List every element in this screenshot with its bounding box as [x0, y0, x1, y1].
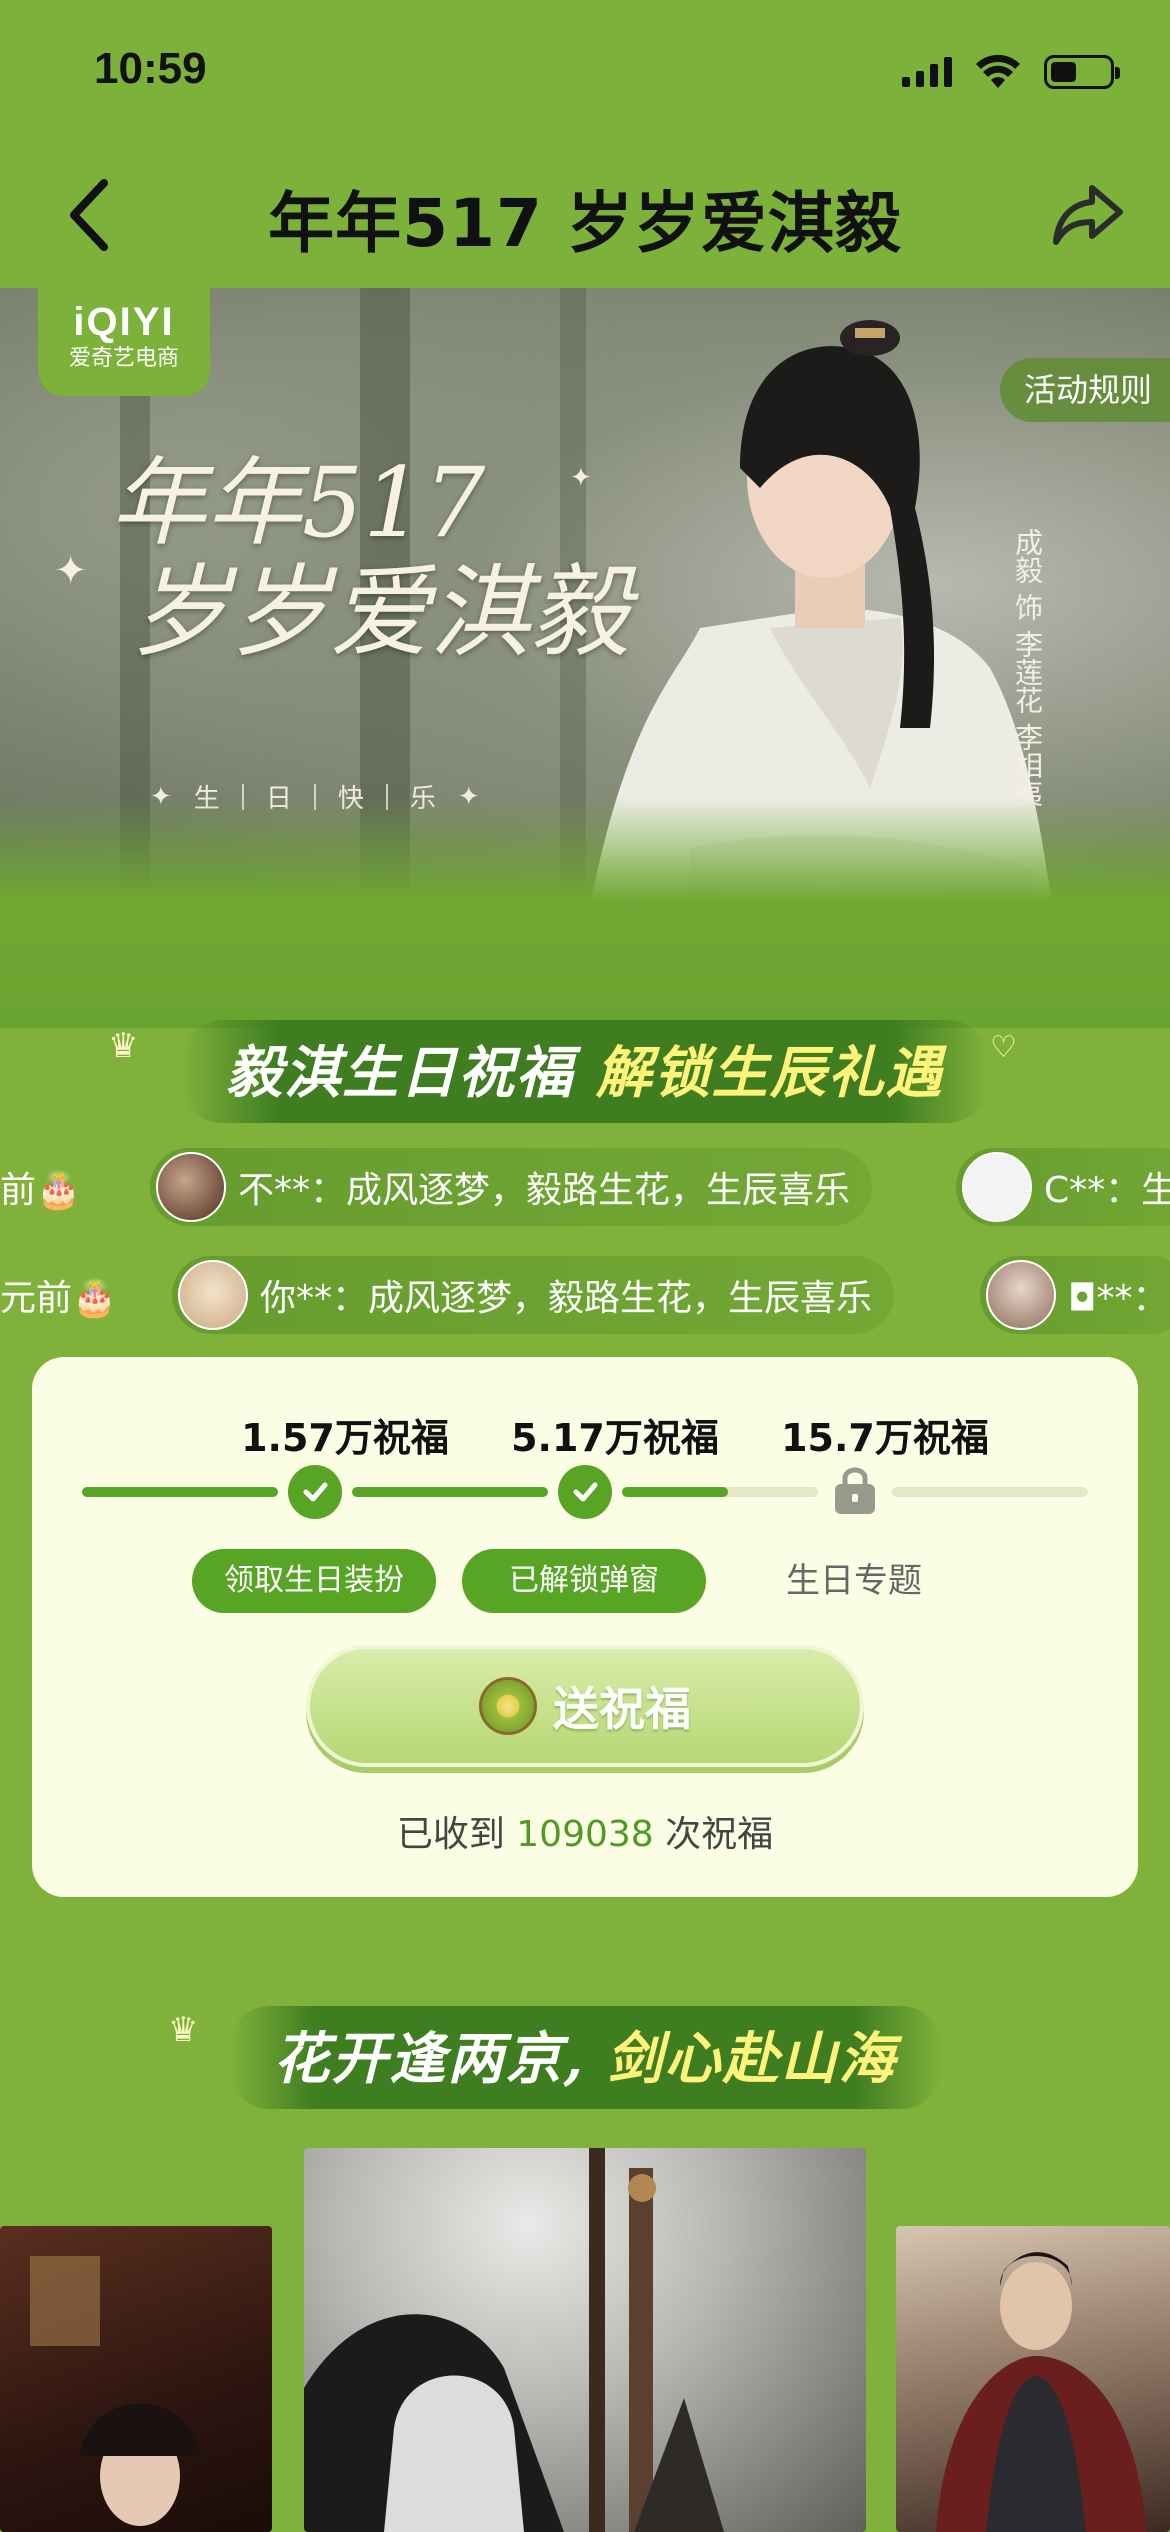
danmaku-item: 不**：成风逐梦，毅路生花，生辰喜乐 — [150, 1148, 873, 1226]
danmaku-item: ◘**： — [980, 1256, 1170, 1334]
received-number: 109038 — [516, 1814, 654, 1855]
heading-part2: 剑心赴山海 — [606, 2026, 897, 2092]
poster-figure — [304, 2148, 724, 2532]
milestone-label: 1.57万祝福 — [241, 1416, 449, 1460]
danmaku-text: 前🎂 — [0, 1170, 81, 1211]
page-title: 年年517 岁岁爱淇毅 — [268, 185, 902, 262]
sparkle-icon: ✦ — [54, 548, 88, 594]
status-time: 10:59 — [94, 44, 207, 93]
avatar — [986, 1260, 1056, 1330]
milestones: 1.57万祝福 5.17万祝福 15.7万祝福 — [32, 1407, 1138, 1467]
logo-subtext: 爱奇艺电商 — [68, 346, 179, 371]
received-prefix: 已收到 — [396, 1814, 505, 1855]
heading-part1: 毅淇生日祝福 — [226, 1040, 575, 1106]
heading-text: 毅淇生日祝福 解锁生辰礼遇 — [226, 1040, 944, 1106]
send-wish-button[interactable]: 送祝福 — [306, 1645, 864, 1767]
actor-credit: 成毅 饰 李莲花 李相夷 — [1011, 528, 1044, 807]
crown-icon: ♛ — [108, 1026, 139, 1066]
danmaku-item: 你**：成风逐梦，毅路生花，生辰喜乐 — [172, 1256, 895, 1334]
rules-button[interactable]: 活动规则 — [999, 358, 1170, 422]
hero-banner: 成毅 饰 李莲花 李相夷 iQIYI 爱奇艺电商 活动规则 ✦ ✦ 年年517 … — [0, 288, 1170, 1028]
iqiyi-logo: iQIYI 爱奇艺电商 — [38, 288, 210, 396]
heading-part1: 花开逢两京, — [273, 2026, 585, 2092]
drama-poster[interactable] — [0, 2226, 272, 2532]
check-icon — [303, 1482, 328, 1502]
reward-birthday-outfit-button[interactable]: 领取生日装扮 — [192, 1549, 436, 1613]
poster-figure — [936, 2252, 1146, 2532]
milestone-node-locked — [828, 1465, 882, 1519]
danmaku-item: 前🎂 — [0, 1148, 103, 1226]
heading-strip: 花开逢两京, 剑心赴山海 — [229, 2006, 941, 2109]
send-wish-label: 送祝福 — [553, 1682, 691, 1736]
wifi-icon — [976, 54, 1020, 88]
received-count: 已收到 109038 次祝福 — [32, 1805, 1138, 1857]
share-icon — [1053, 185, 1123, 245]
progress-segment — [82, 1487, 278, 1497]
avatar — [962, 1152, 1032, 1222]
milestone-node-done — [558, 1465, 612, 1519]
progress-fill — [622, 1487, 728, 1497]
heart-icon: ♡ — [990, 1030, 1017, 1065]
milestone-node-done — [288, 1465, 342, 1519]
milestone-label: 5.17万祝福 — [511, 1416, 719, 1460]
section-heading-drama: ♛ 花开逢两京, 剑心赴山海 — [0, 2006, 1170, 2109]
danmaku-row: 前🎂 不**：成风逐梦，毅路生花，生辰喜乐 C**：生 — [0, 1148, 1170, 1226]
heading-part2: 解锁生辰礼遇 — [595, 1040, 944, 1106]
reward-birthday-topic: 生日专题 — [786, 1561, 922, 1601]
share-button[interactable] — [1048, 180, 1128, 250]
logo-text: iQIYI — [73, 300, 175, 344]
poster-figure — [30, 2256, 200, 2526]
hero-title-line1: 年年517 — [110, 447, 486, 559]
top-bar: 10:59 年年517 岁岁爱淇毅 — [0, 0, 1170, 288]
reward-popup-badge[interactable]: 已解锁弹窗 — [462, 1549, 706, 1613]
crown-icon: ♛ — [168, 2010, 199, 2050]
danmaku-text: 你**：成风逐梦，毅路生花，生辰喜乐 — [260, 1278, 873, 1319]
avatar — [156, 1152, 226, 1222]
heading-text: 花开逢两京, 剑心赴山海 — [274, 2026, 897, 2092]
avatar — [178, 1260, 248, 1330]
danmaku-text: C**：生 — [1044, 1170, 1170, 1211]
check-icon — [573, 1482, 598, 1502]
danmaku-text: ◘**： — [1068, 1278, 1169, 1319]
danmaku-text: 不**：成风逐梦，毅路生花，生辰喜乐 — [238, 1170, 851, 1211]
hero-title: 年年517 岁岁爱淇毅 — [110, 448, 670, 668]
wish-progress-card: 1.57万祝福 5.17万祝福 15.7万祝福 领取生日装扮 已解锁弹窗 生日专… — [32, 1357, 1138, 1897]
hero-title-line2: 岁岁爱淇毅 — [130, 554, 630, 671]
battery-icon — [1044, 55, 1120, 89]
status-icons — [902, 50, 1120, 94]
section-heading-wishes: ♛ 毅淇生日祝福 解锁生辰礼遇 ♡ — [0, 1020, 1170, 1123]
received-suffix: 次祝福 — [665, 1814, 774, 1855]
progress-track — [82, 1465, 1088, 1519]
drama-poster[interactable] — [304, 2148, 866, 2532]
progress-segment — [352, 1487, 548, 1497]
milestone-label: 15.7万祝福 — [781, 1416, 989, 1460]
grass-ground — [0, 798, 1170, 1028]
kiwi-icon — [479, 1677, 537, 1735]
signal-icon — [902, 57, 952, 87]
drama-poster[interactable] — [896, 2226, 1170, 2532]
danmaku-row: 元前🎂 你**：成风逐梦，毅路生花，生辰喜乐 ◘**： — [0, 1256, 1170, 1334]
lock-icon — [835, 1467, 875, 1514]
heading-strip: 毅淇生日祝福 解锁生辰礼遇 — [182, 1020, 988, 1123]
danmaku-text: 元前🎂 — [0, 1278, 117, 1319]
danmaku-item: 元前🎂 — [0, 1256, 139, 1334]
danmaku-item: C**：生 — [956, 1148, 1170, 1226]
progress-segment — [892, 1487, 1088, 1497]
